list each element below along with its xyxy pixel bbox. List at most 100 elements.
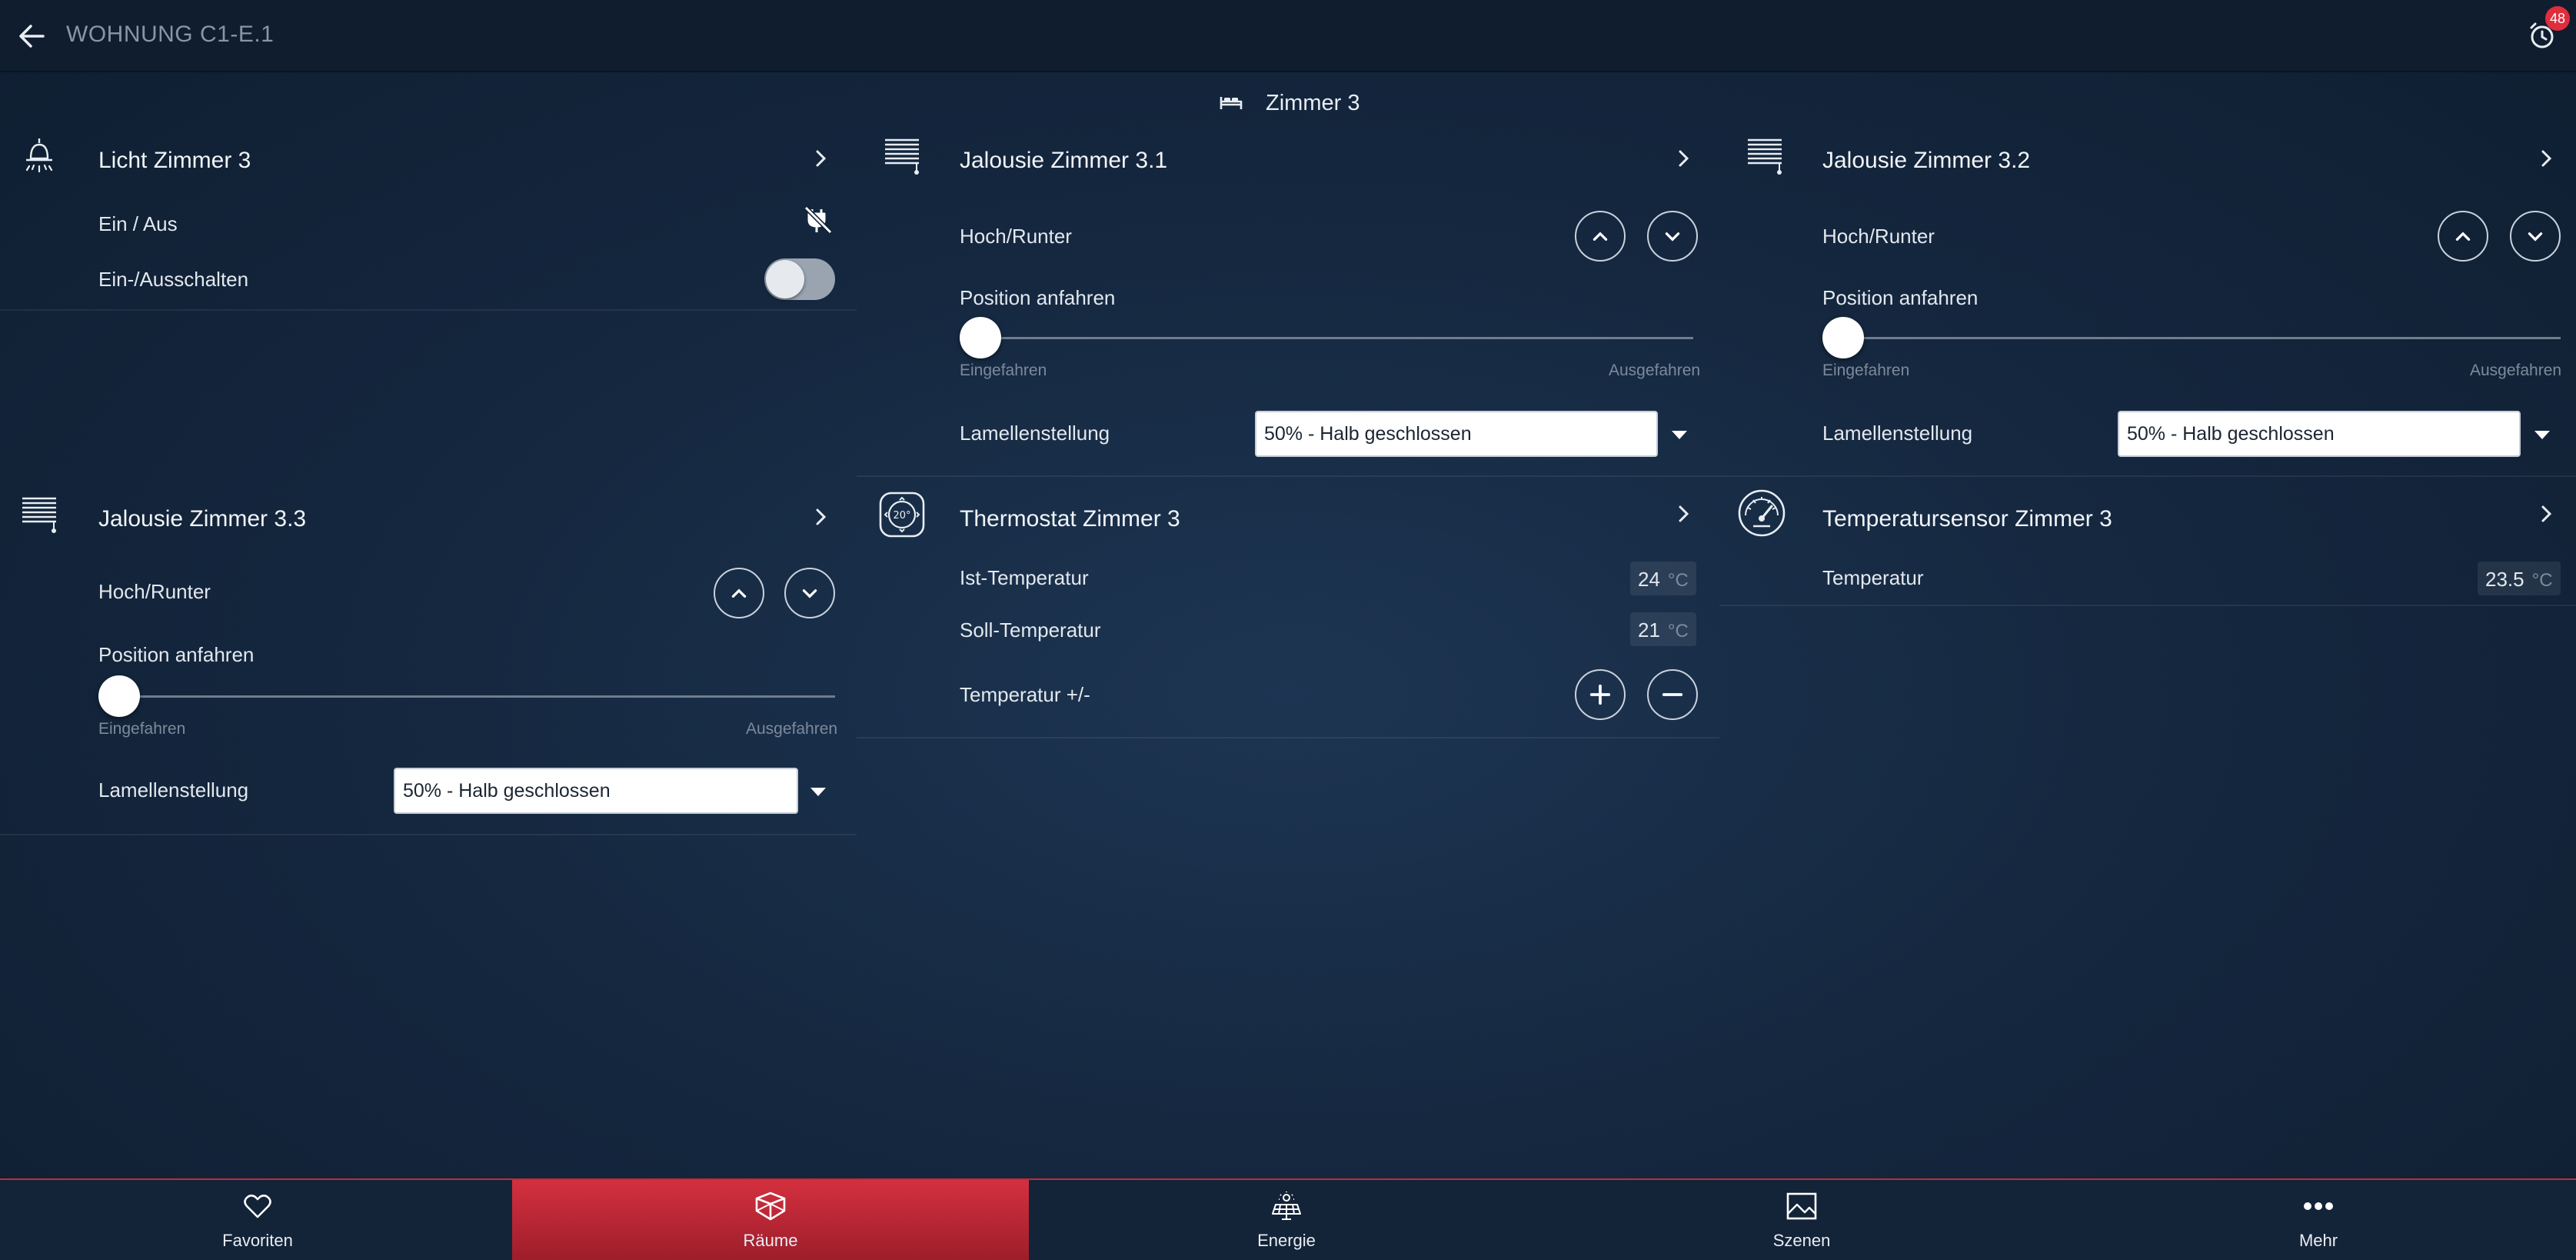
lamellen-label: Lamellenstellung [960,422,1110,445]
blind-down-button[interactable] [2510,211,2561,262]
dropdown-caret-icon[interactable] [2534,431,2550,439]
ceiling-lamp-icon [25,138,53,173]
chevron-right-icon[interactable] [814,148,829,169]
ist-temp-value: 24 °C [1630,562,1696,595]
temp-plusminus-label: Temperatur +/- [960,683,1090,706]
position-slider-knob[interactable] [1822,317,1864,358]
blind-card-3-2: Jalousie Zimmer 3.2 Hoch/Runter Position… [1719,126,2576,477]
minus-icon [1662,693,1683,696]
nav-energie[interactable]: Energie [1029,1180,1544,1260]
room-name: Zimmer 3 [1266,91,1360,115]
svg-text:20°: 20° [893,510,910,522]
card-title: Licht Zimmer 3 [98,148,251,173]
light-card: Licht Zimmer 3 Ein / Aus Ein-/Ausschalte… [0,126,857,311]
chevron-up-icon [2455,232,2471,241]
lamellen-select[interactable]: 50% - Halb geschlossen [394,768,798,814]
chevron-right-icon[interactable] [2539,503,2554,525]
thermostat-icon: 20° [879,492,925,538]
blinds-icon [1748,138,1782,175]
toggle-knob [766,260,804,298]
chevron-down-icon [2528,232,2543,242]
switch-label: Ein-/Ausschalten [98,268,249,291]
nav-label: Mehr [2298,1231,2338,1250]
card-title: Jalousie Zimmer 3.1 [960,148,1168,173]
card-title: Jalousie Zimmer 3.3 [98,506,307,532]
temp-plus-button[interactable] [1575,669,1626,720]
room-header: Zimmer 3 [0,86,2576,122]
temperature-label: Temperatur [1822,566,1924,589]
light-switch-toggle[interactable] [764,258,835,300]
nav-mehr[interactable]: Mehr [2061,1180,2576,1260]
position-slider-knob[interactable] [98,675,140,717]
blind-card-3-3: Jalousie Zimmer 3.3 Hoch/Runter Position… [0,485,857,835]
soll-temp-value: 21 °C [1630,612,1696,646]
slider-min-label: Eingefahren [1822,362,1910,379]
chevron-up-icon [731,588,747,598]
bed-icon [1220,97,1243,109]
bottom-navigation: Favoriten Räume Energie Szenen Mehr [0,1178,2576,1260]
chevron-right-icon[interactable] [1676,148,1692,169]
temperature-value: 23.5 °C [2478,562,2561,595]
nav-label: Szenen [1772,1231,1831,1250]
blind-up-button[interactable] [714,568,764,618]
soll-temp-label: Soll-Temperatur [960,618,1101,642]
lamellen-label: Lamellenstellung [1822,422,1973,445]
page-title: WOHNUNG C1-E.1 [66,22,275,47]
plus-icon [1589,684,1611,705]
heart-icon [244,1194,271,1218]
lamellen-select[interactable]: 50% - Halb geschlossen [2118,411,2521,457]
slider-max-label: Ausgefahren [1609,362,1701,379]
nav-raeume[interactable]: Räume [512,1180,1029,1260]
nav-label: Räume [743,1231,798,1250]
chevron-right-icon[interactable] [2539,148,2554,169]
blind-card-3-1: Jalousie Zimmer 3.1 Hoch/Runter Position… [857,126,1719,477]
chevron-right-icon[interactable] [814,506,829,528]
dropdown-caret-icon[interactable] [1672,431,1687,439]
nav-szenen[interactable]: Szenen [1544,1180,2059,1260]
chevron-up-icon [1593,232,1608,241]
updown-label: Hoch/Runter [1822,225,1935,248]
updown-label: Hoch/Runter [98,580,211,603]
lamellen-label: Lamellenstellung [98,778,249,802]
position-label: Position anfahren [1822,286,1979,309]
temp-sensor-card: Temperatursensor Zimmer 3 Temperatur 23.… [1719,485,2576,606]
card-title: Thermostat Zimmer 3 [960,506,1180,532]
blind-up-button[interactable] [1575,211,1626,262]
blind-down-button[interactable] [1647,211,1698,262]
blind-up-button[interactable] [2438,211,2488,262]
power-off-plug-icon [804,205,833,235]
thermostat-card: 20° Thermostat Zimmer 3 Ist-Temperatur 2… [857,485,1719,738]
blind-down-button[interactable] [784,568,835,618]
chevron-down-icon [1665,232,1680,242]
nav-label: Favoriten [222,1231,293,1250]
dropdown-caret-icon[interactable] [810,788,826,796]
solar-panel-icon [1272,1192,1301,1220]
back-arrow-icon[interactable] [15,20,48,52]
slider-min-label: Eingefahren [98,720,186,738]
ist-temp-label: Ist-Temperatur [960,566,1089,589]
onoff-label: Ein / Aus [98,212,178,235]
card-title: Jalousie Zimmer 3.2 [1822,148,2031,173]
slider-max-label: Ausgefahren [746,720,838,738]
position-slider-knob[interactable] [960,317,1001,358]
nav-label: Energie [1257,1231,1316,1250]
blinds-icon [22,497,56,533]
position-label: Position anfahren [98,643,255,666]
lamellen-select[interactable]: 50% - Halb geschlossen [1255,411,1658,457]
top-bar: WOHNUNG C1-E.1 48 [0,0,2576,72]
position-slider-track[interactable] [1822,337,2561,339]
position-slider-track[interactable] [960,337,1693,339]
blinds-icon [885,138,919,175]
nav-favoriten[interactable]: Favoriten [0,1180,515,1260]
position-label: Position anfahren [960,286,1116,309]
temp-minus-button[interactable] [1647,669,1698,720]
cube-icon [755,1192,786,1221]
slider-min-label: Eingefahren [960,362,1047,379]
image-icon [1786,1192,1817,1220]
more-icon [2304,1202,2333,1210]
slider-max-label: Ausgefahren [2470,362,2562,379]
card-title: Temperatursensor Zimmer 3 [1822,506,2112,532]
chevron-down-icon [802,589,817,598]
position-slider-track[interactable] [98,695,835,698]
chevron-right-icon[interactable] [1676,503,1692,525]
